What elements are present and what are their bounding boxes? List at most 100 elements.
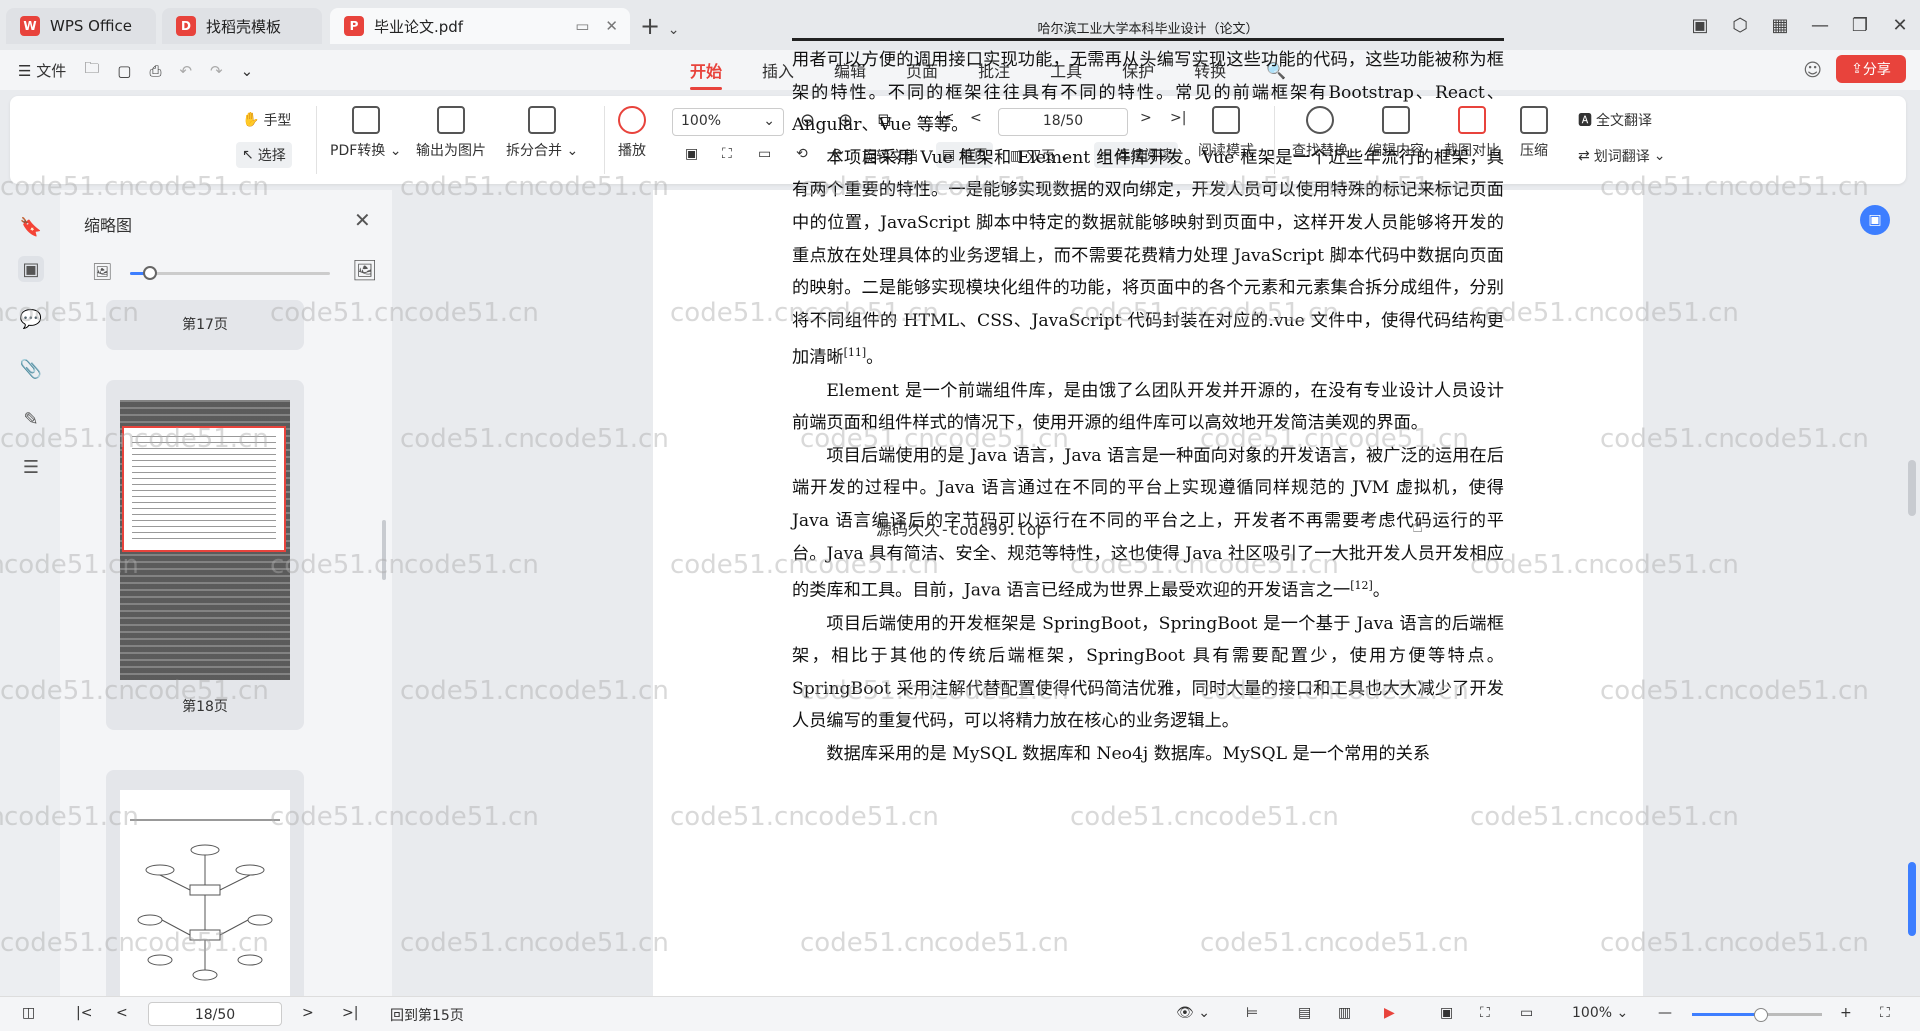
tab-pdf-document[interactable]: P 毕业论文.pdf ▭ ✕ xyxy=(330,8,630,44)
mouse-cursor-icon: ☝ xyxy=(1412,516,1423,537)
read-mode-icon[interactable]: ▣ xyxy=(1440,1005,1453,1021)
new-tab-icon[interactable]: + ⌄ xyxy=(640,12,679,40)
bookmark-icon[interactable]: 🔖 xyxy=(18,214,44,240)
layers-icon[interactable]: ☰ xyxy=(18,454,44,480)
page-body: 用者可以方便的调用接口实现功能，无需再从头编写实现这些功能的代码，这些功能被称为… xyxy=(792,44,1504,771)
folder-icon[interactable]: 🗀 xyxy=(84,58,99,83)
avatar[interactable]: ▦ xyxy=(1760,15,1800,36)
fit-width-icon[interactable]: ▭ xyxy=(1520,1005,1533,1021)
select-label: 选择 xyxy=(257,148,286,164)
fit-page-icon[interactable]: ⛶ xyxy=(722,146,732,162)
close-window-icon[interactable]: ✕ xyxy=(1880,15,1920,36)
chat-icon[interactable]: ☺ xyxy=(1803,60,1822,81)
single-page-icon[interactable]: ▤ xyxy=(1298,1005,1311,1021)
thumbnail-page-17[interactable]: 第17页 xyxy=(106,300,304,350)
save-icon[interactable]: ▢ xyxy=(117,62,131,80)
pdf-icon: P xyxy=(344,16,364,36)
paragraph: 项目后端使用的开发框架是 SpringBoot，SpringBoot 是一个基于… xyxy=(792,613,1504,732)
hand-tool-button[interactable]: ✋ 手型 xyxy=(242,110,291,130)
comment-icon[interactable]: 💬 xyxy=(18,306,44,332)
tab-label: WPS Office xyxy=(50,17,132,35)
fullscreen-icon[interactable]: ⛶ xyxy=(1880,1005,1890,1021)
export-image-button[interactable]: 输出为图片 xyxy=(416,106,486,160)
hand-icon: ✋ xyxy=(242,112,260,128)
status-page-input[interactable]: 18/50 xyxy=(148,1002,282,1026)
split-merge-label: 拆分合并 xyxy=(506,143,562,159)
zoom-slider[interactable] xyxy=(1692,1008,1822,1022)
docer-logo-icon: D xyxy=(176,16,196,36)
word-translate-button[interactable]: ⇄ 划词翻译 ⌄ xyxy=(1578,146,1665,166)
print-icon[interactable]: ⎙ xyxy=(149,62,161,80)
tab-label: 找稻壳模板 xyxy=(206,17,282,36)
menu-start[interactable]: 开始 xyxy=(690,58,723,90)
cursor-icon: ↖ xyxy=(242,147,254,163)
thumbnail-page-18[interactable]: 第18页 xyxy=(106,380,304,730)
compress-icon xyxy=(1520,106,1548,134)
sidebar-toggle-icon[interactable]: ◫ xyxy=(22,1005,35,1021)
pdf-convert-button[interactable]: PDF转换 ⌄ xyxy=(330,106,401,160)
play-icon[interactable]: ▶ xyxy=(1384,1005,1395,1021)
zoom-value: 100% xyxy=(681,113,722,129)
page-header: 哈尔滨工业大学本科毕业设计（论文） xyxy=(1037,22,1259,37)
play-button[interactable]: 播放 xyxy=(618,106,646,160)
minimize-icon[interactable]: — xyxy=(1800,15,1840,36)
status-bar: ◫ |< < 18/50 > >| 回到第15页 👁 ⌄ ⊨ ▤ ▥ ▶ ▣ ⛶… xyxy=(0,996,1920,1031)
play-icon xyxy=(618,106,646,134)
diagram-thumbnail xyxy=(130,819,280,981)
thumbnail-image xyxy=(120,400,290,680)
eye-icon[interactable]: 👁 ⌄ xyxy=(1176,1005,1210,1021)
thumbnail-icon[interactable]: ▣ xyxy=(18,256,44,282)
paragraph: 本项目采用 Vue 框架和 Element 组件库开发。Vue 框架是一个近些年… xyxy=(792,147,1504,369)
cube-icon[interactable]: ⬡ xyxy=(1720,15,1760,36)
thumbnail-page-19[interactable] xyxy=(106,770,304,996)
tab-docer-templates[interactable]: D 找稻壳模板 xyxy=(162,8,322,44)
zoom-out-icon[interactable]: — xyxy=(1658,1005,1672,1021)
zoom-select[interactable]: 100% ⌄ xyxy=(1572,1005,1628,1021)
redo-icon[interactable]: ↷ xyxy=(210,62,223,80)
first-page-icon[interactable]: |< xyxy=(76,1005,92,1021)
file-menu[interactable]: ☰ 文件 xyxy=(18,60,66,81)
maximize-icon[interactable]: ❐ xyxy=(1840,15,1880,36)
tab-label: 毕业论文.pdf xyxy=(374,17,464,36)
split-merge-button[interactable]: 拆分合并 ⌄ xyxy=(506,106,578,160)
double-page-icon[interactable]: ▥ xyxy=(1338,1005,1351,1021)
small-image-icon[interactable]: 🖼 xyxy=(92,262,112,281)
large-image-icon[interactable]: 🖼 xyxy=(352,258,377,282)
share-label: 分享 xyxy=(1862,62,1891,78)
share-button[interactable]: ⇪ 分享 xyxy=(1836,55,1906,83)
last-page-icon[interactable]: >| xyxy=(342,1005,358,1021)
thumbnail-label: 第18页 xyxy=(182,699,228,715)
signature-icon[interactable]: ✎ xyxy=(18,406,44,432)
thumbnail-scrollbar[interactable] xyxy=(382,520,386,580)
paragraph: 数据库采用的是 MySQL 数据库和 Neo4j 数据库。MySQL 是一个常用… xyxy=(826,743,1431,764)
tab-wps-office[interactable]: W WPS Office xyxy=(6,8,156,44)
fit-page-icon[interactable]: ⛶ xyxy=(1480,1005,1490,1021)
close-tab-icon[interactable]: ✕ xyxy=(605,17,618,35)
menu-insert[interactable]: 插入 xyxy=(762,58,794,82)
prev-page-icon[interactable]: < xyxy=(116,1005,128,1021)
zoom-in-icon[interactable]: + xyxy=(1840,1005,1852,1021)
close-icon[interactable]: ✕ xyxy=(354,208,371,232)
select-tool-button[interactable]: ↖ 选择 xyxy=(236,142,292,168)
document-scrollbar[interactable] xyxy=(1908,460,1916,516)
attachment-icon[interactable]: 📎 xyxy=(18,356,44,382)
page-scroll-indicator[interactable] xyxy=(1908,862,1916,936)
zoom-select[interactable]: 100% ⌄ xyxy=(672,108,784,136)
back-to-page-link[interactable]: 回到第15页 xyxy=(390,1005,464,1025)
paragraph: Element 是一个前端组件库，是由饿了么团队开发并开源的，在没有专业设计人员… xyxy=(792,380,1504,434)
left-rail: 🔖 ▣ 💬 📎 ✎ ☰ xyxy=(0,190,60,996)
continuous-icon[interactable]: ⊨ xyxy=(1246,1005,1258,1021)
thumbnail-panel: 缩略图 ✕ 🖼 🖼 第17页 第18页 xyxy=(60,190,393,996)
next-page-icon[interactable]: > xyxy=(302,1005,314,1021)
thumbnail-size-slider[interactable] xyxy=(130,266,330,280)
floating-tool-button[interactable]: ▣ xyxy=(1860,205,1890,235)
window-mode-icon[interactable]: ▭ xyxy=(575,17,589,35)
hand-label: 手型 xyxy=(263,113,292,129)
undo-icon[interactable]: ↶ xyxy=(179,62,192,80)
fit-width-icon[interactable]: ▭ xyxy=(758,146,771,162)
compress-button[interactable]: 压缩 xyxy=(1520,106,1548,160)
chevron-down-icon[interactable]: ⌄ xyxy=(241,62,254,80)
layout-icon[interactable]: ▣ xyxy=(1680,15,1720,36)
actual-size-icon[interactable]: ▣ xyxy=(685,146,698,162)
full-translate-button[interactable]: 🅰 全文翻译 xyxy=(1578,110,1652,130)
